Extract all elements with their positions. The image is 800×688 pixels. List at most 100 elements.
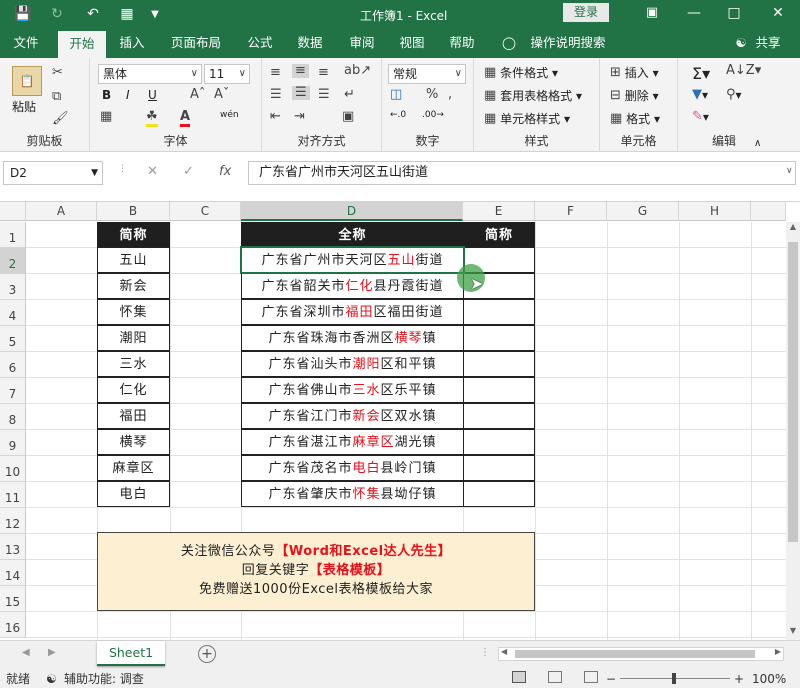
delete-cells-button[interactable]: ⊟ 删除 ▾ [610,87,659,104]
align-top-icon[interactable]: ≡ [270,66,281,80]
zoom-slider[interactable] [620,673,730,684]
align-left-icon[interactable]: ☰ [270,88,282,102]
phonetic-icon[interactable]: wén [220,110,239,120]
page-break-view-icon[interactable] [584,671,598,683]
underline-button[interactable]: U [148,88,157,102]
insert-function-icon[interactable]: fx [219,164,231,179]
font-name-select[interactable]: 黑体 ∨ [98,64,202,84]
cell-b-item[interactable]: 福田 [97,403,170,429]
formula-input[interactable]: 广东省广州市天河区五山街道 [248,161,796,185]
col-header-a[interactable]: A [26,202,97,221]
row-header[interactable]: 14 [0,560,26,586]
col-header-i[interactable] [751,202,786,221]
find-select-icon[interactable]: ⚲ ▾ [726,88,742,103]
row-header[interactable]: 10 [0,456,26,482]
tell-me-search[interactable]: 操作说明搜索 [526,28,610,58]
cell-e-short[interactable] [463,299,535,325]
cell-b-item[interactable]: 三水 [97,351,170,377]
zoom-in-icon[interactable]: + [734,670,744,688]
tab-view[interactable]: 视图 [392,28,432,58]
sort-filter-icon[interactable]: A↓Z▾ [726,64,761,78]
cell-d-fullname[interactable]: 广东省韶关市仁化县丹霞街道 [241,273,464,299]
row-header[interactable]: 15 [0,586,26,612]
cell-style-button[interactable]: ▦ 单元格样式 ▾ [484,110,570,127]
zoom-level[interactable]: 100% [752,670,786,688]
percent-icon[interactable]: % [426,88,438,102]
orientation-icon[interactable]: ab↗ [344,64,371,78]
col-header-f[interactable]: F [535,202,607,221]
row-header[interactable]: 5 [0,326,26,352]
tab-home[interactable]: 开始 [58,31,106,58]
cancel-icon[interactable]: ✕ [147,164,158,179]
col-header-h[interactable]: H [679,202,751,221]
share-button[interactable]: 共享 [752,28,784,58]
fill-color-icon[interactable]: ☘ [146,110,158,127]
grow-font-icon[interactable]: Aˆ [190,88,205,102]
expand-formula-icon[interactable]: ∨ [786,166,793,176]
add-sheet-icon[interactable]: + [198,645,216,663]
cell-b-item[interactable]: 五山 [97,247,170,273]
next-sheet-icon[interactable]: ▶ [48,647,56,658]
cell-b-item[interactable]: 仁化 [97,377,170,403]
row-header[interactable]: 7 [0,378,26,404]
align-bottom-icon[interactable]: ≡ [318,66,329,80]
cell-d-fullname[interactable]: 广东省汕头市潮阳区和平镇 [241,351,464,377]
tab-file[interactable]: 文件 [6,28,46,58]
vertical-scrollbar[interactable]: ▲ ▼ [786,222,800,640]
cell-d-fullname[interactable]: 广东省茂名市电白县岭门镇 [241,455,464,481]
autosum-icon[interactable]: Σ▾ [692,64,710,83]
row-header[interactable]: 13 [0,534,26,560]
col-header-d[interactable]: D [241,202,463,221]
sheet-tab-sheet1[interactable]: Sheet1 [97,641,165,666]
font-size-select[interactable]: 11 ∨ [204,64,250,84]
paste-icon[interactable]: 📋 [12,66,42,96]
border-icon[interactable]: ▦ [100,110,112,124]
format-cells-button[interactable]: ▦ 格式 ▾ [610,110,660,127]
conditional-format-button[interactable]: ▦ 条件格式 ▾ [484,64,558,81]
more-options-icon[interactable]: ⋮ [480,647,490,658]
cut-icon[interactable]: ✂ [52,66,63,80]
number-format-select[interactable]: 常规 ∨ [388,64,466,84]
maximize-button[interactable]: □ [714,0,754,28]
col-header-c[interactable]: C [170,202,241,221]
horizontal-scrollbar[interactable]: ◀ ▶ [498,647,784,661]
col-header-g[interactable]: G [607,202,679,221]
decrease-decimal-icon[interactable]: .00→ [422,110,444,120]
select-all-corner[interactable] [0,202,26,221]
row-header[interactable]: 16 [0,612,26,638]
increase-indent-icon[interactable]: ⇥ [294,110,305,124]
row-header[interactable]: 2 [0,248,26,274]
currency-icon[interactable]: ◫ [390,88,402,102]
increase-decimal-icon[interactable]: ←.0 [390,110,406,120]
collapse-ribbon-icon[interactable]: ∧ [754,138,761,149]
cell-b1-header[interactable]: 简称 [97,222,170,248]
cell-b-item[interactable]: 新会 [97,273,170,299]
cell-e-short[interactable] [463,351,535,377]
cell-d-fullname[interactable]: 广东省深圳市福田区福田街道 [241,299,464,325]
col-header-b[interactable]: B [97,202,170,221]
cell-d-fullname[interactable]: 广东省江门市新会区双水镇 [241,403,464,429]
tab-data[interactable]: 数据 [290,28,330,58]
cell-e-short[interactable] [463,429,535,455]
italic-button[interactable]: I [126,88,130,102]
undo-icon[interactable]: ↶ [82,0,104,28]
decrease-indent-icon[interactable]: ⇤ [270,110,281,124]
align-center-icon[interactable]: ☰ [292,86,310,100]
zoom-out-icon[interactable]: − [606,670,616,688]
accessibility-status[interactable]: 辅助功能: 调查 [64,670,144,688]
name-box[interactable]: D2 ▼ [3,161,103,185]
paste-button[interactable]: 粘贴 [12,98,36,115]
save-icon[interactable]: 💾 [12,0,34,28]
cell-e-short[interactable] [463,403,535,429]
normal-view-icon[interactable] [512,671,526,683]
cell-e-short[interactable] [463,455,535,481]
cell-b-item[interactable]: 潮阳 [97,325,170,351]
tab-help[interactable]: 帮助 [442,28,482,58]
insert-cells-button[interactable]: ⊞ 插入 ▾ [610,64,659,81]
row-header[interactable]: 12 [0,508,26,534]
merge-center-icon[interactable]: ▣ [342,110,354,124]
print-preview-icon[interactable]: ▦ [116,0,138,28]
col-header-e[interactable]: E [463,202,535,221]
customize-qat-icon[interactable]: ▼ [144,0,166,28]
enter-icon[interactable]: ✓ [183,164,194,179]
